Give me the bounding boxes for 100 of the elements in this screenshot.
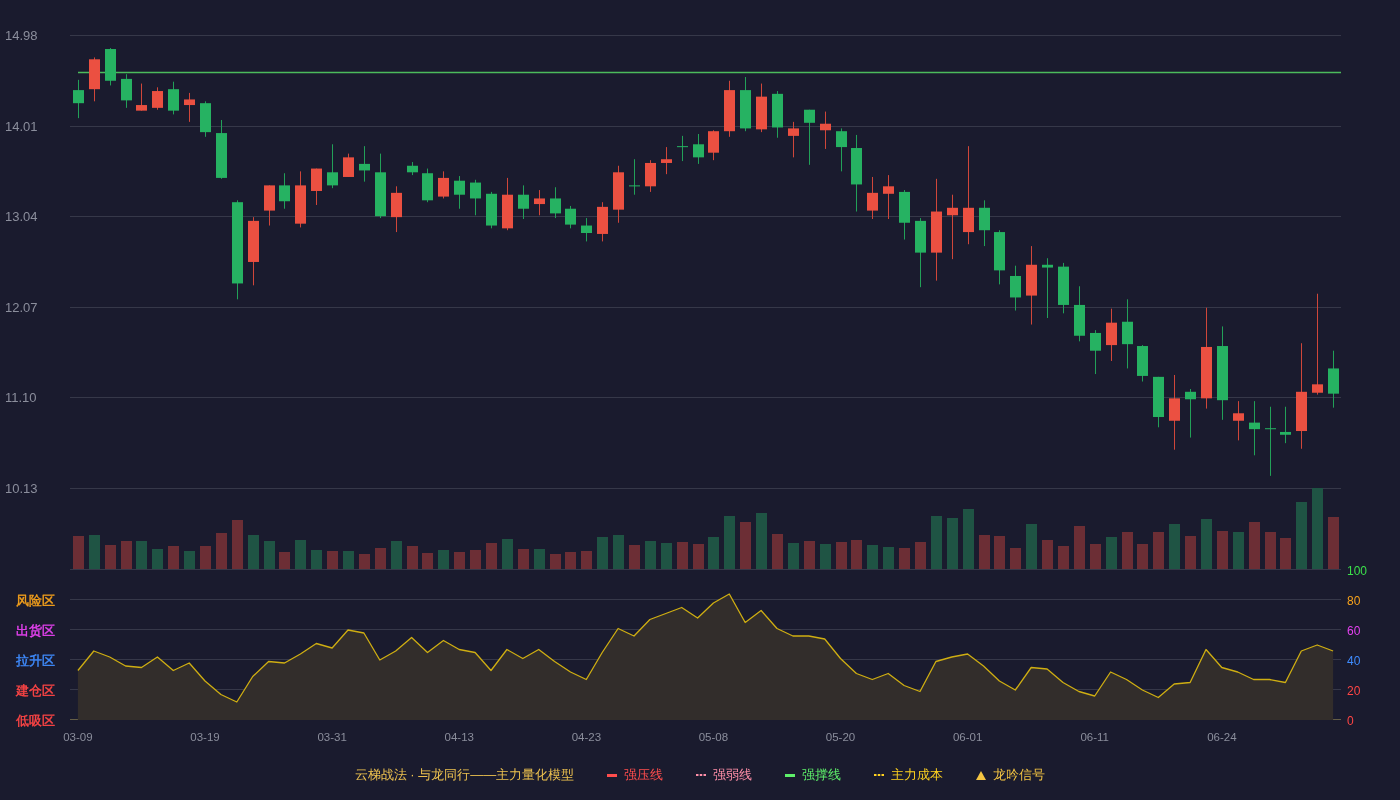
date-label: 03-31 [317,731,347,743]
candlestick [708,129,719,161]
date-label: 03-09 [63,731,93,743]
volume-bar [486,543,497,570]
candlestick [740,76,751,132]
candlestick [216,119,227,180]
volume-bar [1122,532,1133,570]
candlestick [883,174,894,220]
candlestick [73,79,84,119]
volume-bar [931,516,942,570]
candlestick [454,175,465,210]
axis-label: 12.07 [5,300,38,315]
date-label: 03-19 [190,731,220,743]
candlestick [1328,350,1339,409]
volume-bar [1328,517,1339,570]
volume-bar [677,542,688,570]
candlestick [327,143,338,189]
candlestick [248,216,259,286]
candlestick [1137,344,1148,382]
volume-bar [518,549,529,570]
volume-bar [820,544,831,570]
candlestick [152,86,163,111]
volume-bar [581,551,592,570]
candlestick [407,161,418,176]
candlestick [89,56,100,102]
candlestick [1010,265,1021,312]
volume-bar [136,541,147,570]
legend-item[interactable]: 强压线 [607,765,664,785]
volume-bar [1153,532,1164,570]
legend-item[interactable]: 龙吟信号 [976,765,1046,785]
candlestick [661,146,672,175]
volume-bar [661,543,672,570]
date-label: 04-13 [444,731,474,743]
axis-label: 14.01 [5,119,38,134]
volume-bar [804,541,815,570]
volume-bar [438,550,449,570]
candlestick [375,153,386,219]
volume-bar [375,548,386,570]
volume-bar [502,539,513,570]
date-label: 04-23 [571,731,602,743]
volume-bar [248,535,259,570]
volume-bar [740,522,751,570]
volume-bar [1042,540,1053,570]
volume-bar [1058,546,1069,570]
candlestick [899,189,910,241]
axis-label: 10.13 [5,481,38,496]
volume-bar [994,536,1005,570]
zone-label: 出货区 [16,623,55,638]
volume-bar [867,545,878,570]
axis-label: 14.98 [5,28,38,43]
candlestick [1185,388,1196,439]
axis-label: 80 [1347,593,1361,608]
volume-bar [836,542,847,570]
volume-bar [1217,531,1228,570]
volume-bar [422,553,433,570]
candlestick [581,217,592,242]
volume-bar [597,537,608,570]
candlestick [502,177,513,231]
candlestick [1153,376,1164,428]
axis-label: 100 [1347,563,1368,578]
zone-label: 建仓区 [16,683,55,698]
candlestick [1090,329,1101,375]
candlestick [597,201,608,242]
axis-label: 40 [1347,653,1361,668]
volume-bar [851,540,862,570]
volume-bar [470,550,481,570]
candlestick [264,184,275,227]
candlestick [915,217,926,288]
candlestick [168,81,179,115]
candlestick [184,92,195,123]
candlestick [136,83,147,112]
volume-bar [121,541,132,570]
volume-bar [1280,538,1291,570]
candlestick [295,170,306,228]
axis-label: 20 [1347,683,1361,698]
volume-bar [1137,544,1148,570]
volume-bar [1010,548,1021,570]
volume-bar [295,540,306,570]
zone-label: 拉升区 [16,653,55,668]
date-label: 06-01 [952,731,983,743]
volume-bar [1074,526,1085,570]
volume-bar [216,533,227,570]
volume-bar [279,552,290,570]
legend-item[interactable]: 强弱线 [696,765,753,785]
legend-item[interactable]: 主力成本 [874,765,944,785]
volume-bar [788,543,799,570]
legend-item[interactable]: 强撑线 [785,765,842,785]
candlestick [1122,298,1133,369]
candlestick [422,168,433,203]
volume-bar [168,546,179,570]
volume-bar [550,554,561,570]
candlestick [518,184,529,220]
candlestick [438,170,449,199]
candlestick [804,109,815,166]
volume-bar [534,549,545,570]
candlestick [724,80,735,138]
candlestick [279,172,290,210]
volume-bar [1201,519,1212,570]
volume-bar [200,546,211,570]
candlestick [1058,262,1069,314]
